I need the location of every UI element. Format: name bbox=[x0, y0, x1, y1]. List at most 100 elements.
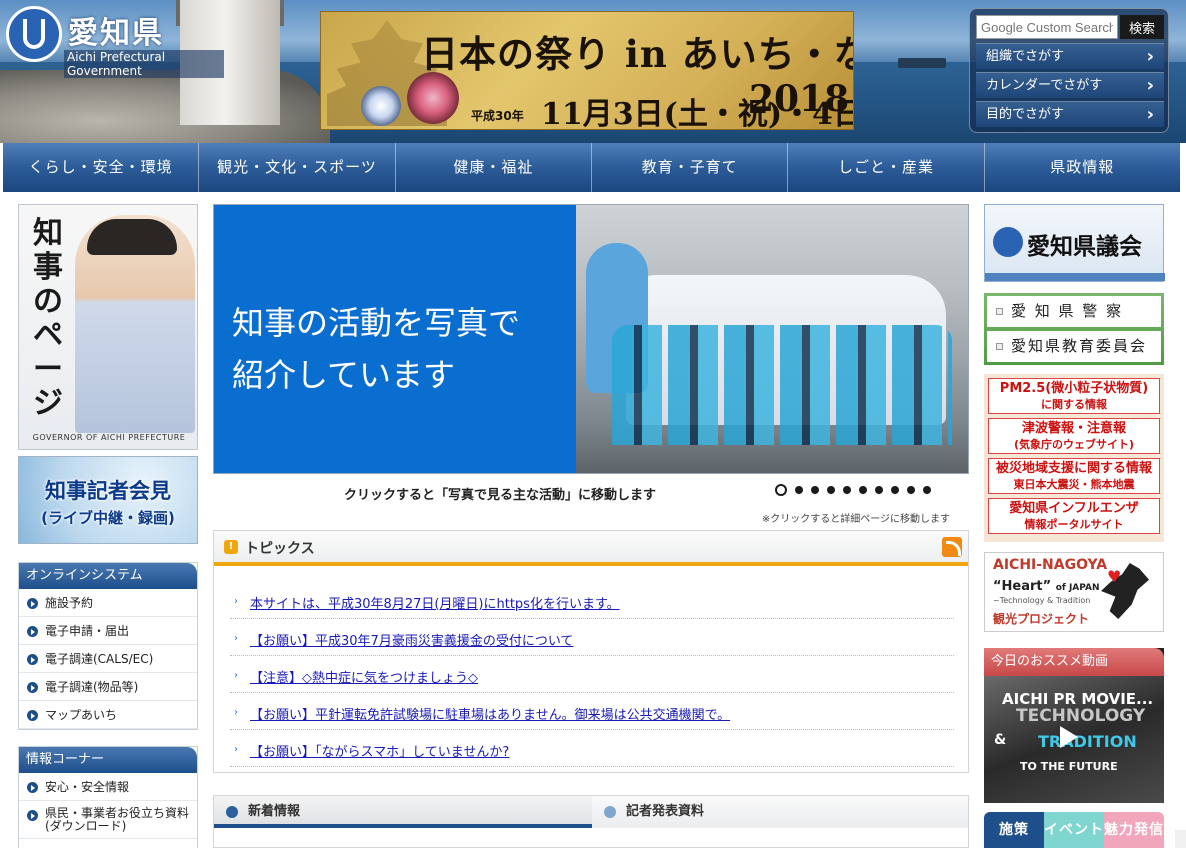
site-logo[interactable]: 愛知県 Aichi Prefectural Government bbox=[6, 6, 224, 78]
press-conference-title: 知事記者会見 bbox=[45, 479, 171, 503]
slide-dot[interactable] bbox=[923, 486, 931, 494]
slide-dot[interactable] bbox=[875, 486, 883, 494]
feature-text: 知事の活動を写真で 紹介しています bbox=[232, 297, 572, 401]
info-corner-heading: 情報コーナー bbox=[19, 747, 197, 773]
tab-event[interactable]: イベント bbox=[1044, 812, 1104, 848]
quick-link-label: 目的でさがす bbox=[986, 107, 1065, 122]
assembly-label: 愛知県議会 bbox=[1027, 234, 1142, 260]
emergency-info-links: PM2.5(微小粒子状物質) に関する情報 津波警報・注意報 (気象庁のウェブサイト… bbox=[984, 374, 1164, 542]
side-item-safety-info[interactable]: 安心・安全情報 bbox=[19, 773, 197, 801]
topic-link[interactable]: 【お願い】平針運転免許試験場に駐車場はありません。御来場は公共交通機関で。 bbox=[250, 704, 730, 723]
info-link-subtitle: 情報ポータルサイト bbox=[1024, 518, 1124, 531]
slide-dot[interactable] bbox=[811, 486, 819, 494]
video-text-technology: TECHNOLOGY bbox=[1016, 706, 1146, 726]
topic-link[interactable]: 【お願い】平成30年7月豪雨災害義援金の受付について bbox=[250, 630, 573, 649]
police-link[interactable]: 愛 知 県 警 察 bbox=[987, 296, 1161, 327]
tab-policy[interactable]: 施策 bbox=[984, 812, 1044, 848]
slide-dot[interactable] bbox=[827, 486, 835, 494]
feature-slideshow[interactable]: 知事の活動を写真で 紹介しています bbox=[213, 204, 969, 474]
tab-press-release[interactable]: 記者発表資料 bbox=[592, 796, 968, 828]
slide-dot[interactable] bbox=[907, 486, 915, 494]
side-item-downloads[interactable]: 県民・事業者お役立ち資料(ダウンロード) bbox=[19, 801, 197, 839]
tourism-heart: “Heart” of JAPAN bbox=[993, 579, 1100, 594]
info-link-title: PM2.5(微小粒子状物質) bbox=[999, 381, 1149, 396]
assembly-underline bbox=[985, 273, 1165, 281]
side-item-e-application[interactable]: 電子申請・届出 bbox=[19, 617, 197, 645]
online-system-heading: オンラインシステム bbox=[19, 563, 197, 589]
nav-item-living[interactable]: くらし・安全・環境 bbox=[3, 143, 200, 192]
tsunami-info-link[interactable]: 津波警報・注意報 (気象庁のウェブサイト) bbox=[988, 418, 1160, 454]
side-item-e-procurement-goods[interactable]: 電子調達(物品等) bbox=[19, 673, 197, 701]
search-input[interactable] bbox=[976, 15, 1118, 39]
chevron-right-icon: › bbox=[1146, 104, 1154, 125]
global-nav: くらし・安全・環境 観光・文化・スポーツ 健康・福祉 教育・子育て しごと・産業… bbox=[3, 143, 1180, 192]
arrow-right-icon: › bbox=[234, 670, 238, 681]
slideshow-dots bbox=[775, 483, 955, 497]
tab-label: 記者発表資料 bbox=[626, 804, 705, 819]
arrow-right-icon: › bbox=[234, 744, 238, 755]
quick-link-calendar[interactable]: カレンダーでさがす › bbox=[976, 72, 1164, 98]
site-header: 愛知県 Aichi Prefectural Government 日本の祭り i… bbox=[0, 0, 1186, 143]
slide-dot[interactable] bbox=[775, 484, 787, 496]
search-button[interactable]: 検索 bbox=[1120, 15, 1164, 39]
side-item-label: 電子調達(物品等) bbox=[45, 680, 139, 694]
slide-dot[interactable] bbox=[843, 486, 851, 494]
tab-new-info[interactable]: 新着情報 bbox=[214, 796, 592, 828]
nav-item-health[interactable]: 健康・福祉 bbox=[396, 143, 592, 192]
quick-link-label: 組織でさがす bbox=[986, 49, 1065, 64]
heart-icon: ♥ bbox=[1107, 567, 1122, 586]
side-item-label: 電子申請・届出 bbox=[45, 624, 130, 638]
governor-photo-hair bbox=[87, 219, 177, 255]
governor-caption: GOVERNOR OF AICHI PREFECTURE bbox=[32, 433, 186, 442]
topics-box: ! トピックス › 本サイトは、平成30年8月27日(月曜日)にhttps化を行い… bbox=[213, 530, 969, 773]
press-conference-banner[interactable]: 知事記者会見 (ライブ中継・録画) bbox=[18, 456, 198, 544]
pm25-info-link[interactable]: PM2.5(微小粒子状物質) に関する情報 bbox=[988, 378, 1160, 414]
slide-dot[interactable] bbox=[795, 486, 803, 494]
nav-item-work[interactable]: しごと・産業 bbox=[788, 143, 985, 192]
rss-icon[interactable] bbox=[942, 537, 962, 557]
tourism-project-banner[interactable]: ♥ AICHI-NAGOYA “Heart” of JAPAN ~Technol… bbox=[984, 552, 1164, 632]
topic-row: › 【お願い】平針運転免許試験場に駐車場はありません。御来場は公共交通機関で。 bbox=[230, 694, 954, 730]
education-board-link[interactable]: 愛知県教育委員会 bbox=[987, 331, 1161, 362]
assembly-banner[interactable]: 愛知県議会 bbox=[984, 204, 1165, 282]
topic-link[interactable]: 【お願い】「ながらスマホ」していませんか? bbox=[250, 741, 509, 760]
banner-year: 2018 bbox=[749, 78, 850, 120]
festival-banner[interactable]: 日本の祭り in あいち・なごや 平成30年 11月3日(土・祝)・4日(日) … bbox=[320, 11, 854, 130]
link-label: 愛知県教育委員会 bbox=[1011, 337, 1148, 355]
side-item-facility-booking[interactable]: 施設予約 bbox=[19, 589, 197, 617]
police-education-box: 愛 知 県 警 察 愛知県教育委員会 bbox=[984, 293, 1164, 365]
link-label: 愛 知 県 警 察 bbox=[1011, 302, 1124, 320]
nav-item-government[interactable]: 県政情報 bbox=[985, 143, 1180, 192]
info-link-subtitle: (気象庁のウェブサイト) bbox=[1013, 438, 1135, 451]
chevron-right-icon: › bbox=[1146, 46, 1154, 67]
topic-row: › 【お願い】平成30年7月豪雨災害義援金の受付について bbox=[230, 620, 954, 656]
side-item-map-aichi[interactable]: マップあいち bbox=[19, 701, 197, 729]
prefecture-emblem-icon bbox=[993, 227, 1023, 257]
rocks-background bbox=[0, 70, 330, 143]
feature-photo-people bbox=[612, 325, 952, 445]
info-link-subtitle: 東日本大震災・熊本地震 bbox=[1013, 478, 1135, 491]
tab-charm[interactable]: 魅力発信 bbox=[1104, 812, 1164, 848]
nav-item-education[interactable]: 教育・子育て bbox=[592, 143, 789, 192]
influenza-info-link[interactable]: 愛知県インフルエンザ 情報ポータルサイト bbox=[988, 498, 1160, 534]
video-player[interactable]: AICHI PR MOVIE... TECHNOLOGY & TRADITION… bbox=[984, 676, 1164, 803]
topic-link[interactable]: 本サイトは、平成30年8月27日(月曜日)にhttps化を行います。 bbox=[250, 593, 620, 612]
governor-page-banner[interactable]: 知事のページ GOVERNOR OF AICHI PREFECTURE bbox=[18, 204, 198, 450]
page-scrollbar[interactable] bbox=[1175, 830, 1186, 848]
topic-link[interactable]: 【注意】◇熱中症に気をつけましょう◇ bbox=[250, 667, 478, 686]
slide-dot[interactable] bbox=[891, 486, 899, 494]
quick-link-organization[interactable]: 組織でさがす › bbox=[976, 43, 1164, 69]
flower-illustration bbox=[361, 86, 401, 126]
play-icon[interactable] bbox=[1060, 726, 1078, 748]
nav-item-tourism[interactable]: 観光・文化・スポーツ bbox=[199, 143, 396, 192]
video-text-tradition: TRADITION bbox=[1038, 732, 1137, 751]
circle-icon bbox=[226, 806, 238, 818]
topics-icon: ! bbox=[224, 540, 238, 554]
arrow-circle-icon bbox=[27, 626, 38, 637]
feature-caption[interactable]: クリックすると「写真で見る主な活動」に移動します bbox=[213, 484, 787, 503]
side-item-e-procurement-cals[interactable]: 電子調達(CALS/EC) bbox=[19, 645, 197, 673]
info-link-title: 被災地域支援に関する情報 bbox=[995, 461, 1152, 476]
quick-link-purpose[interactable]: 目的でさがす › bbox=[976, 101, 1164, 127]
disaster-support-link[interactable]: 被災地域支援に関する情報 東日本大震災・熊本地震 bbox=[988, 458, 1160, 494]
slide-dot[interactable] bbox=[859, 486, 867, 494]
